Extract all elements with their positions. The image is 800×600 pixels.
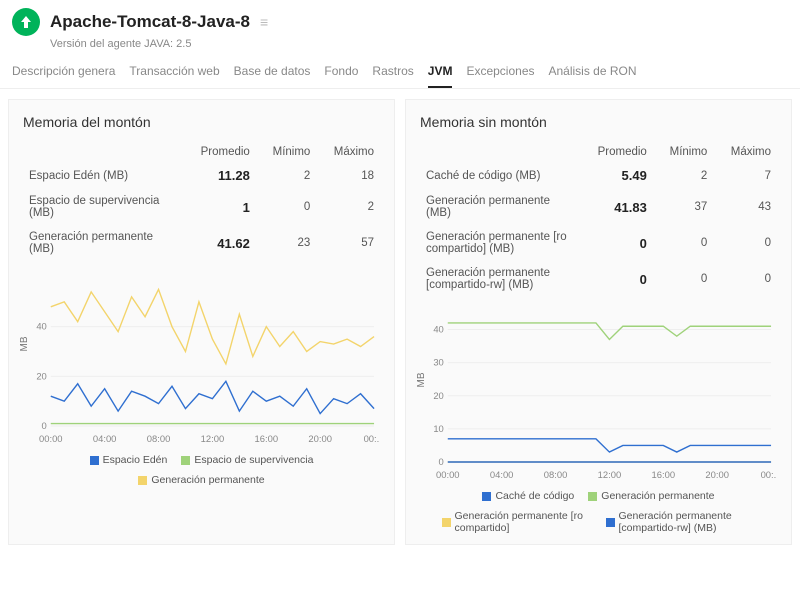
svg-text:00:00: 00:00 (436, 470, 460, 481)
col-min: Mínimo (653, 142, 714, 162)
tab-excepciones[interactable]: Excepciones (466, 64, 534, 88)
svg-text:20: 20 (433, 391, 443, 402)
heap-chart: MB 0204000:0004:0008:0012:0016:0020:0000… (23, 271, 380, 446)
table-row: Espacio de supervivencia (MB)102 (23, 189, 380, 225)
svg-text:12:00: 12:00 (201, 434, 225, 445)
col-avg: Promedio (181, 142, 256, 162)
svg-text:08:00: 08:00 (544, 470, 568, 481)
panels: Memoria del montón Promedio Mínimo Máxim… (0, 89, 800, 555)
table-row: Caché de código (MB)5.4927 (420, 162, 777, 189)
agent-version: Versión del agente JAVA: 2.5 (50, 38, 788, 50)
table-row: Generación permanente (MB)41.833743 (420, 189, 777, 225)
page-title: Apache-Tomcat-8-Java-8 (50, 12, 250, 32)
svg-text:0: 0 (42, 421, 47, 432)
legend-item: Generación permanente [ro compartido] (442, 510, 592, 534)
svg-text:00:00: 00:00 (39, 434, 63, 445)
legend-item: Generación permanente (138, 474, 264, 486)
svg-text:20: 20 (36, 371, 46, 382)
heap-title: Memoria del montón (23, 114, 380, 130)
heap-legend: Espacio Edén Espacio de supervivencia Gene… (23, 454, 380, 486)
svg-text:40: 40 (36, 322, 46, 333)
tab-jvm[interactable]: JVM (428, 64, 453, 88)
svg-text:20:00: 20:00 (308, 434, 332, 445)
svg-text:08:00: 08:00 (147, 434, 171, 445)
heap-panel: Memoria del montón Promedio Mínimo Máxim… (8, 99, 395, 545)
legend-item: Generación permanente [compartido-rw] (M… (606, 510, 756, 534)
legend-item: Generación permanente (588, 490, 714, 502)
tab-descripción-genera[interactable]: Descripción genera (12, 64, 115, 88)
tab-fondo[interactable]: Fondo (324, 64, 358, 88)
col-min: Mínimo (256, 142, 317, 162)
header: Apache-Tomcat-8-Java-8 ≡ Versión del age… (0, 0, 800, 54)
tab-transacción-web[interactable]: Transacción web (129, 64, 219, 88)
table-row: Generación permanente [ro compartido] (M… (420, 225, 777, 261)
svg-text:12:00: 12:00 (598, 470, 622, 481)
col-max: Máximo (316, 142, 380, 162)
nonheap-panel: Memoria sin montón Promedio Mínimo Máxim… (405, 99, 792, 545)
svg-text:10: 10 (433, 424, 443, 435)
legend-item: Caché de código (482, 490, 574, 502)
svg-text:40: 40 (433, 325, 443, 336)
col-max: Máximo (713, 142, 777, 162)
svg-text:04:00: 04:00 (490, 470, 514, 481)
svg-text:04:00: 04:00 (93, 434, 117, 445)
menu-icon[interactable]: ≡ (260, 14, 268, 30)
app-icon (12, 8, 40, 36)
legend-item: Espacio Edén (90, 454, 168, 466)
tabs: Descripción genera Transacción web Base de… (0, 54, 800, 89)
nonheap-chart: MB 01020304000:0004:0008:0012:0016:0020:… (420, 307, 777, 482)
svg-text:00:...: 00:... (761, 470, 777, 481)
nonheap-legend: Caché de código Generación permanente Gene… (420, 490, 777, 534)
tab-base-de-datos[interactable]: Base de datos (234, 64, 311, 88)
col-avg: Promedio (578, 142, 653, 162)
heap-table: Promedio Mínimo Máximo Espacio Edén (MB)… (23, 142, 380, 261)
svg-text:00:...: 00:... (364, 434, 380, 445)
tab-análisis-de-ron[interactable]: Análisis de RON (549, 64, 637, 88)
nonheap-table: Promedio Mínimo Máximo Caché de código (… (420, 142, 777, 297)
tab-rastros[interactable]: Rastros (372, 64, 413, 88)
nonheap-title: Memoria sin montón (420, 114, 777, 130)
table-row: Generación permanente (MB)41.622357 (23, 225, 380, 261)
legend-item: Espacio de supervivencia (181, 454, 313, 466)
svg-text:16:00: 16:00 (255, 434, 279, 445)
svg-text:16:00: 16:00 (652, 470, 676, 481)
svg-text:30: 30 (433, 358, 443, 369)
table-row: Espacio Edén (MB)11.28218 (23, 162, 380, 189)
svg-text:20:00: 20:00 (705, 470, 729, 481)
table-row: Generación permanente [compartido-rw] (M… (420, 261, 777, 297)
svg-text:0: 0 (439, 457, 444, 468)
